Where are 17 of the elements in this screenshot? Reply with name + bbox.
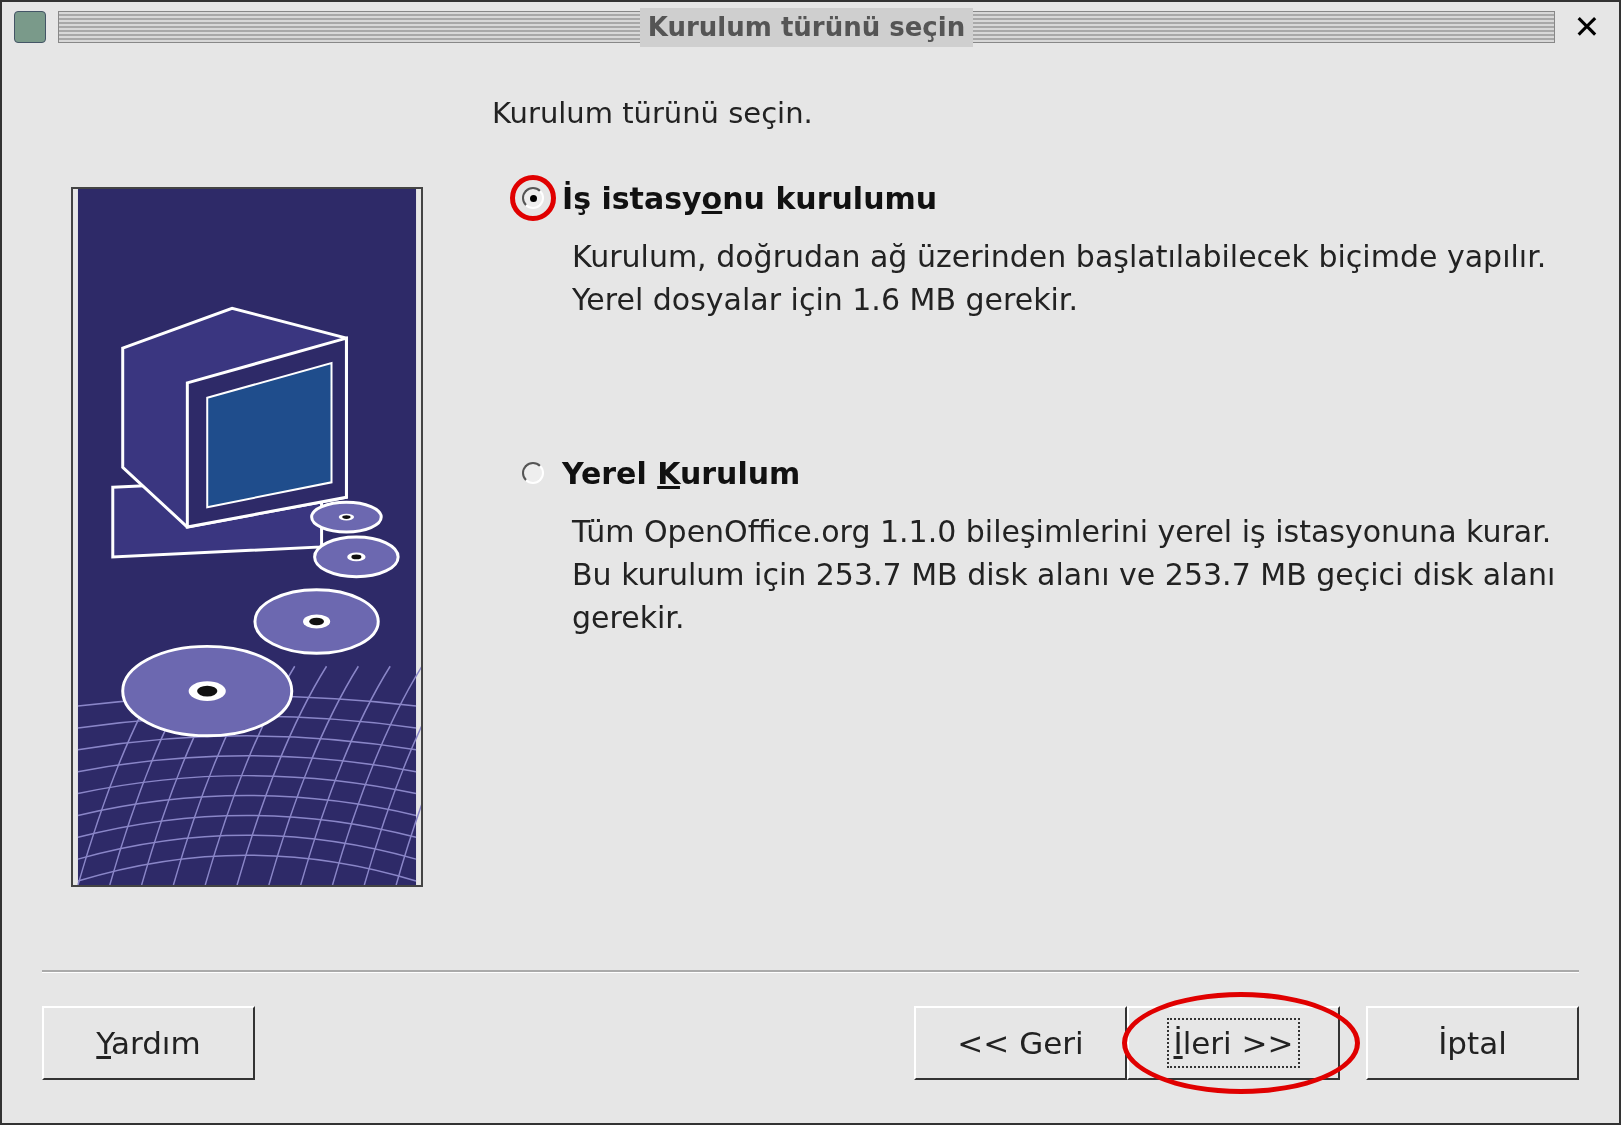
heading-text: Kurulum türünü seçin. bbox=[492, 95, 814, 132]
option-label[interactable]: İş istasyonu kurulumu bbox=[562, 175, 938, 221]
option-description: Tüm OpenOffice.org 1.1.0 bileşimlerini yerel iş istasyonuna kurar. bbox=[572, 512, 1553, 551]
close-button[interactable]: ✕ bbox=[1567, 11, 1607, 43]
dialog-button[interactable]: << Geri bbox=[914, 1006, 1127, 1080]
dialog-button[interactable]: Yardım bbox=[42, 1006, 255, 1080]
dialog-button[interactable]: İptal bbox=[1366, 1006, 1579, 1080]
app-icon bbox=[14, 11, 46, 43]
option-description: gerekir. bbox=[572, 598, 686, 637]
radio-button[interactable] bbox=[522, 462, 544, 484]
option-label[interactable]: Yerel Kurulum bbox=[562, 450, 801, 496]
option-description: Yerel dosyalar için 1.6 MB gerekir. bbox=[572, 280, 1079, 319]
radio-button[interactable] bbox=[522, 187, 544, 209]
dialog-button[interactable]: İleri >> bbox=[1127, 1006, 1340, 1080]
window-title: Kurulum türünü seçin bbox=[639, 7, 974, 47]
option-description: Kurulum, doğrudan ağ üzerinden başlatılabilecek biçimde yapılır. bbox=[572, 237, 1548, 276]
option-description: Bu kurulum için 253.7 MB disk alanı ve 253.7 MB geçici disk alanı bbox=[572, 555, 1557, 594]
